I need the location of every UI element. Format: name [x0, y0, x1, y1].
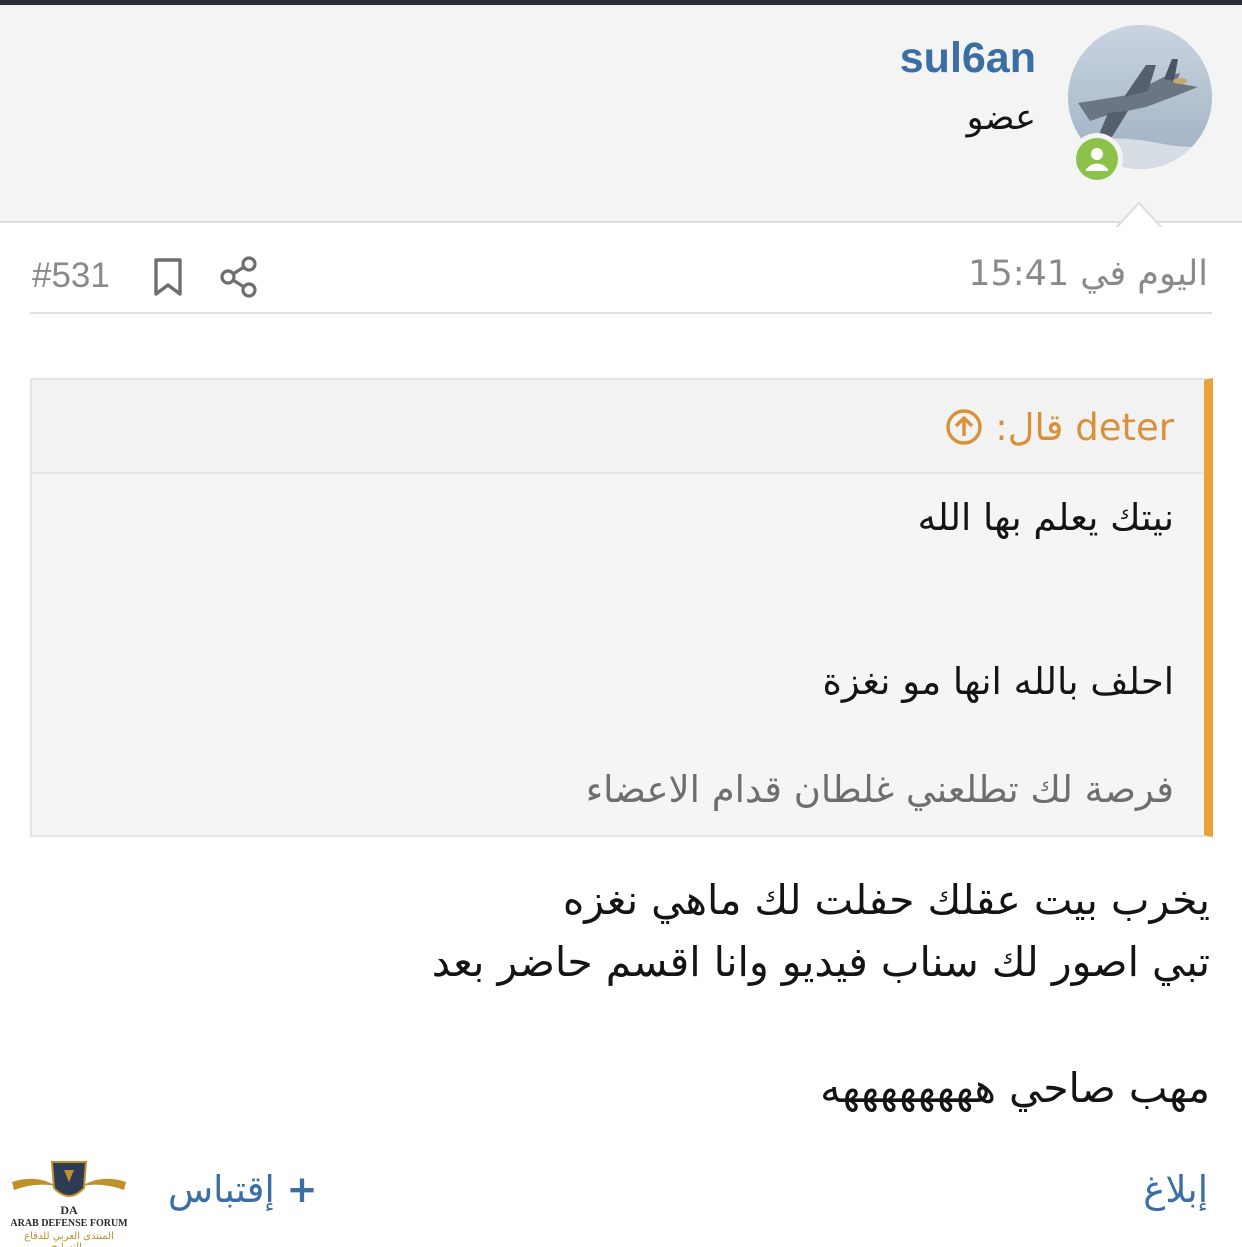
- post-meta-bar: اليوم في 15:41 #531: [30, 240, 1212, 314]
- watermark-arabic: المنتدى العربي للدفاع والتسليح: [24, 1231, 114, 1247]
- quote-block: deter قال: نيتك يعلم بها الله احلف بالله…: [30, 378, 1213, 837]
- watermark-english: ARAB DEFENSE FORUM: [10, 1218, 128, 1229]
- message-line: يخرب بيت عقلك حفلت لك ماهي نغزه: [562, 876, 1210, 924]
- forum-watermark-logo: DA ARAB DEFENSE FORUM المنتدى العربي للد…: [6, 1152, 132, 1247]
- user-title: عضو: [966, 98, 1036, 138]
- svg-text:DA: DA: [60, 1203, 78, 1217]
- report-link[interactable]: إبلاغ: [1143, 1168, 1208, 1211]
- quote-line-faded: فرصة لك تطلعني غلطان قدام الاعضاء: [585, 768, 1174, 811]
- post-date[interactable]: اليوم في 15:41: [968, 254, 1208, 294]
- message-line: مهب صاحي ههههههههه: [820, 1064, 1210, 1112]
- message-line: تبي اصور لك سناب فيديو وانا اقسم حاضر بع…: [431, 938, 1210, 986]
- arrow-up-circle-icon[interactable]: [944, 407, 984, 447]
- plus-icon: +: [286, 1168, 318, 1211]
- quote-line: نيتك يعلم بها الله: [917, 496, 1174, 539]
- post-number-link[interactable]: #531: [32, 256, 110, 296]
- header-pointer: [1115, 201, 1163, 229]
- quote-button-label: إقتباس: [168, 1168, 275, 1211]
- quote-author-link[interactable]: deter قال:: [995, 406, 1174, 449]
- quote-line: احلف بالله انها مو نغزة: [822, 660, 1174, 703]
- online-status-icon: [1071, 133, 1123, 185]
- user-header: [0, 5, 1242, 229]
- username-link[interactable]: sul6an: [900, 34, 1036, 83]
- shield-wings-icon: DA: [12, 1161, 126, 1217]
- quote-button[interactable]: + إقتباس: [168, 1168, 318, 1211]
- share-icon[interactable]: [220, 256, 258, 298]
- bookmark-icon[interactable]: [152, 257, 184, 297]
- quote-header: deter قال:: [32, 380, 1204, 474]
